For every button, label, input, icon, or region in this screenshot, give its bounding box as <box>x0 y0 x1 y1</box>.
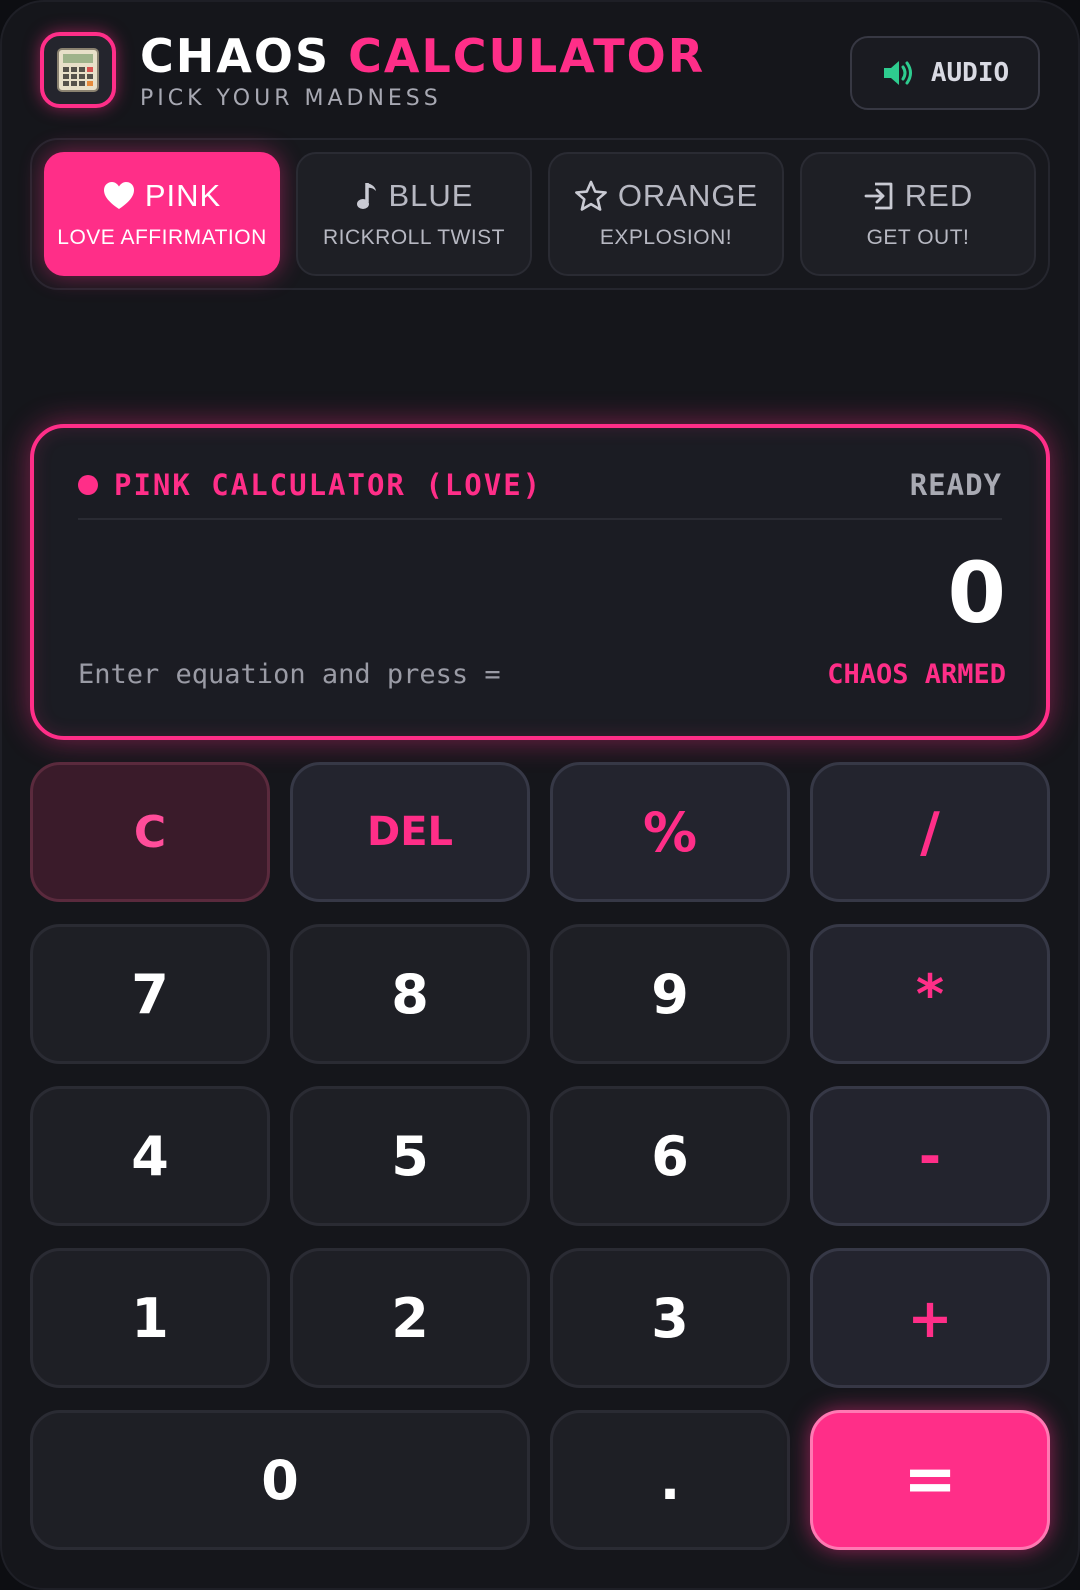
display-hint: Enter equation and press = <box>78 659 501 690</box>
header: CHAOS CALCULATOR PICK YOUR MADNESS AUDIO <box>40 29 1040 116</box>
keypad: C DEL % / 7 8 9 * 4 5 6 - 1 2 3 + 0 . = <box>30 762 1050 1550</box>
title-word-calculator: CALCULATOR <box>348 29 706 83</box>
tab-blue-subtitle: RICKROLL TWIST <box>322 226 506 249</box>
tab-orange[interactable]: ORANGE EXPLOSION! <box>548 152 784 276</box>
key-7[interactable]: 7 <box>30 924 270 1064</box>
tab-red-subtitle: GET OUT! <box>866 226 970 249</box>
display-value: 0 <box>947 544 1006 642</box>
key-0[interactable]: 0 <box>30 1410 530 1550</box>
app-subtitle: PICK YOUR MADNESS <box>140 86 442 111</box>
mode-label: PINK CALCULATOR (LOVE) <box>114 468 543 502</box>
key-8[interactable]: 8 <box>290 924 530 1064</box>
display-header: PINK CALCULATOR (LOVE) READY <box>78 468 1002 520</box>
key-9[interactable]: 9 <box>550 924 790 1064</box>
status-text: READY <box>909 468 1002 502</box>
key-delete[interactable]: DEL <box>290 762 530 902</box>
mode-tabs: PINK LOVE AFFIRMATION BLUE RICKROLL TWIS… <box>30 138 1050 290</box>
star-icon <box>574 180 608 212</box>
key-minus[interactable]: - <box>810 1086 1050 1226</box>
tab-pink-label: PINK <box>144 178 222 213</box>
app-title: CHAOS CALCULATOR <box>140 28 705 84</box>
title-word-chaos: CHAOS <box>140 29 331 83</box>
heart-icon <box>103 181 135 211</box>
key-5[interactable]: 5 <box>290 1086 530 1226</box>
music-note-icon <box>355 181 379 211</box>
title-block: CHAOS CALCULATOR PICK YOUR MADNESS <box>140 28 705 111</box>
tab-blue-label: BLUE <box>388 178 474 213</box>
key-percent[interactable]: % <box>550 762 790 902</box>
audio-button[interactable]: AUDIO <box>850 36 1040 110</box>
key-plus[interactable]: + <box>810 1248 1050 1388</box>
key-clear[interactable]: C <box>30 762 270 902</box>
audio-label: AUDIO <box>930 58 1010 88</box>
key-3[interactable]: 3 <box>550 1248 790 1388</box>
exit-icon <box>863 181 895 211</box>
tab-blue[interactable]: BLUE RICKROLL TWIST <box>296 152 532 276</box>
key-equals[interactable]: = <box>810 1410 1050 1550</box>
tab-red[interactable]: RED GET OUT! <box>800 152 1036 276</box>
speaker-icon <box>881 57 915 89</box>
tab-orange-label: ORANGE <box>617 178 759 213</box>
calculator-icon <box>40 32 116 108</box>
key-decimal[interactable]: . <box>550 1410 790 1550</box>
tab-pink-subtitle: LOVE AFFIRMATION <box>57 226 267 249</box>
key-multiply[interactable]: * <box>810 924 1050 1064</box>
chaos-calculator-app: CHAOS CALCULATOR PICK YOUR MADNESS AUDIO… <box>0 0 1080 1590</box>
tab-pink[interactable]: PINK LOVE AFFIRMATION <box>44 152 280 276</box>
key-4[interactable]: 4 <box>30 1086 270 1226</box>
key-2[interactable]: 2 <box>290 1248 530 1388</box>
mode-indicator: PINK CALCULATOR (LOVE) <box>78 468 542 502</box>
key-divide[interactable]: / <box>810 762 1050 902</box>
status-dot-icon <box>78 475 98 495</box>
tab-red-label: RED <box>904 178 974 213</box>
key-1[interactable]: 1 <box>30 1248 270 1388</box>
chaos-armed-badge: CHAOS ARMED <box>827 659 1006 690</box>
tab-orange-subtitle: EXPLOSION! <box>599 226 733 249</box>
key-6[interactable]: 6 <box>550 1086 790 1226</box>
calculator-display: PINK CALCULATOR (LOVE) READY 0 Enter equ… <box>30 424 1050 740</box>
